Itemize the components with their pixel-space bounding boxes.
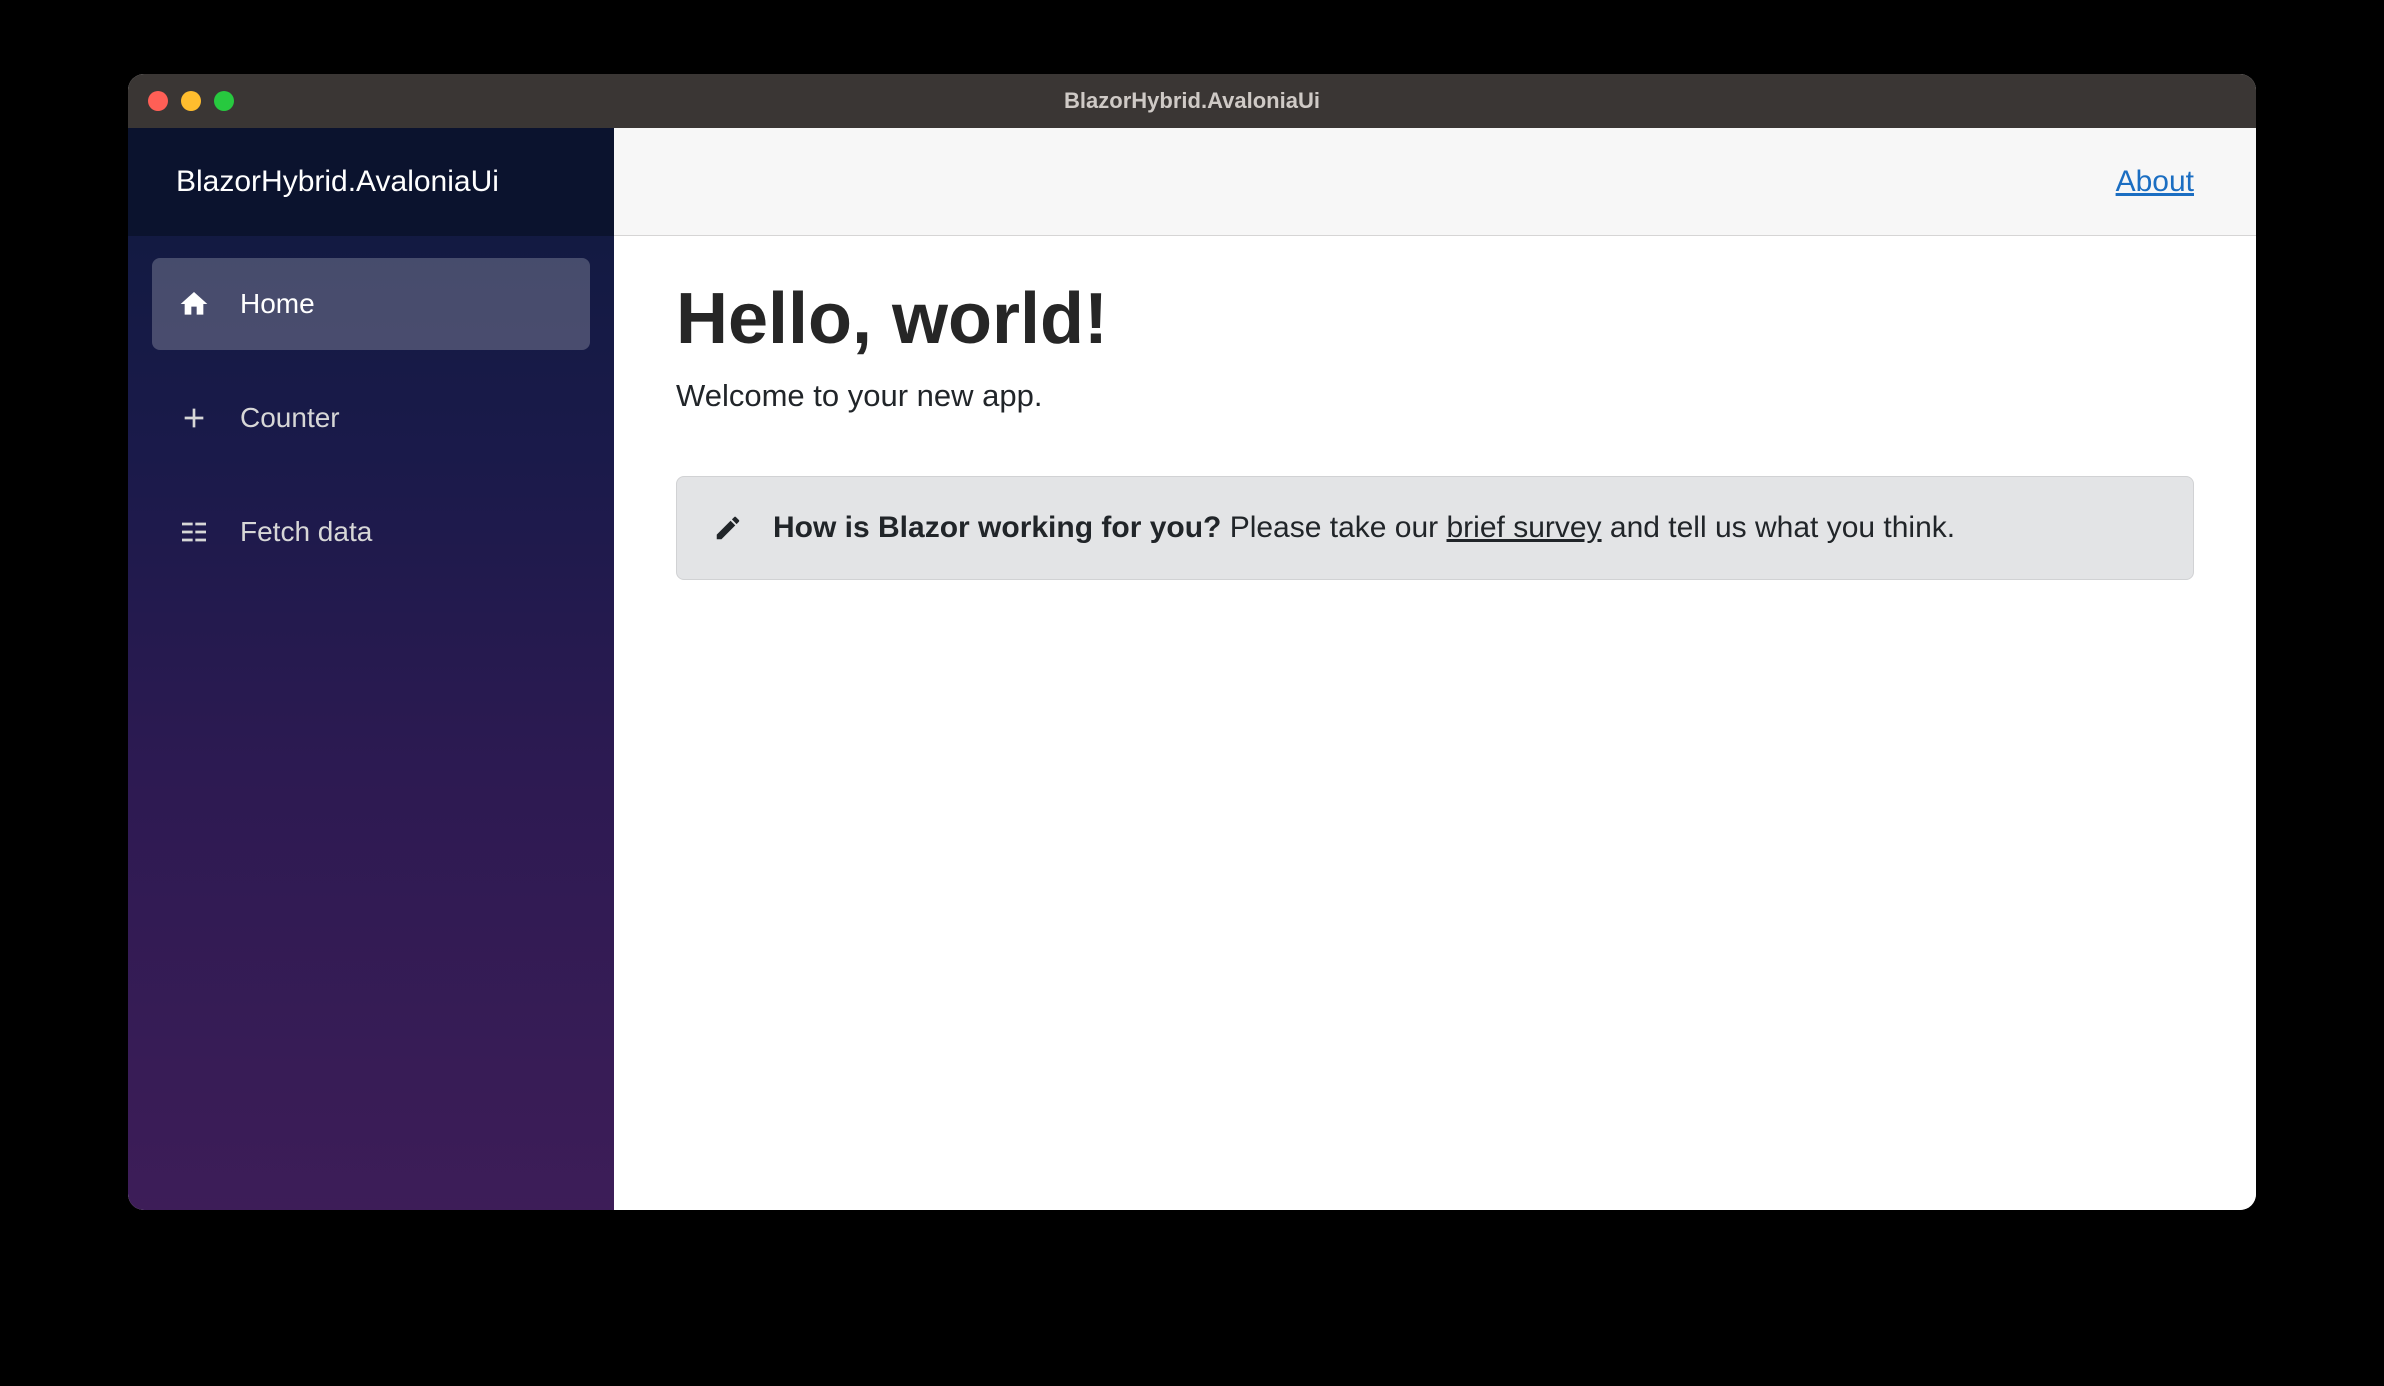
nav-item-label: Home <box>240 288 315 320</box>
nav-item-home[interactable]: Home <box>152 258 590 350</box>
alert-text: How is Blazor working for you? Please ta… <box>773 511 2157 545</box>
list-icon <box>176 514 212 550</box>
maximize-window-button[interactable] <box>214 91 234 111</box>
home-icon <box>176 286 212 322</box>
close-window-button[interactable] <box>148 91 168 111</box>
minimize-window-button[interactable] <box>181 91 201 111</box>
sidebar: BlazorHybrid.AvaloniaUi Home Counter <box>128 128 614 1210</box>
traffic-lights <box>148 91 234 111</box>
main-area: About Hello, world! Welcome to your new … <box>614 128 2256 1210</box>
page-content: Hello, world! Welcome to your new app. H… <box>614 236 2256 622</box>
alert-before-link: Please take our <box>1221 511 1446 544</box>
about-link[interactable]: About <box>2116 165 2194 199</box>
nav-item-counter[interactable]: Counter <box>152 372 590 464</box>
top-row: About <box>614 128 2256 236</box>
survey-link[interactable]: brief survey <box>1447 511 1602 544</box>
window-title: BlazorHybrid.AvaloniaUi <box>1064 88 1320 114</box>
survey-alert: How is Blazor working for you? Please ta… <box>676 476 2194 580</box>
nav-item-label: Fetch data <box>240 516 372 548</box>
page-subtitle: Welcome to your new app. <box>676 378 2194 414</box>
app-window: BlazorHybrid.AvaloniaUi BlazorHybrid.Ava… <box>128 74 2256 1210</box>
nav-item-label: Counter <box>240 402 340 434</box>
sidebar-brand[interactable]: BlazorHybrid.AvaloniaUi <box>176 165 499 199</box>
nav-item-fetch-data[interactable]: Fetch data <box>152 486 590 578</box>
app-body: BlazorHybrid.AvaloniaUi Home Counter <box>128 128 2256 1210</box>
alert-question: How is Blazor working for you? <box>773 511 1221 544</box>
pencil-icon <box>713 513 743 543</box>
sidebar-header: BlazorHybrid.AvaloniaUi <box>128 128 614 236</box>
alert-after-link: and tell us what you think. <box>1602 511 1956 544</box>
plus-icon <box>176 400 212 436</box>
titlebar[interactable]: BlazorHybrid.AvaloniaUi <box>128 74 2256 128</box>
nav-menu: Home Counter Fetch data <box>128 236 614 578</box>
page-title: Hello, world! <box>676 278 2194 360</box>
